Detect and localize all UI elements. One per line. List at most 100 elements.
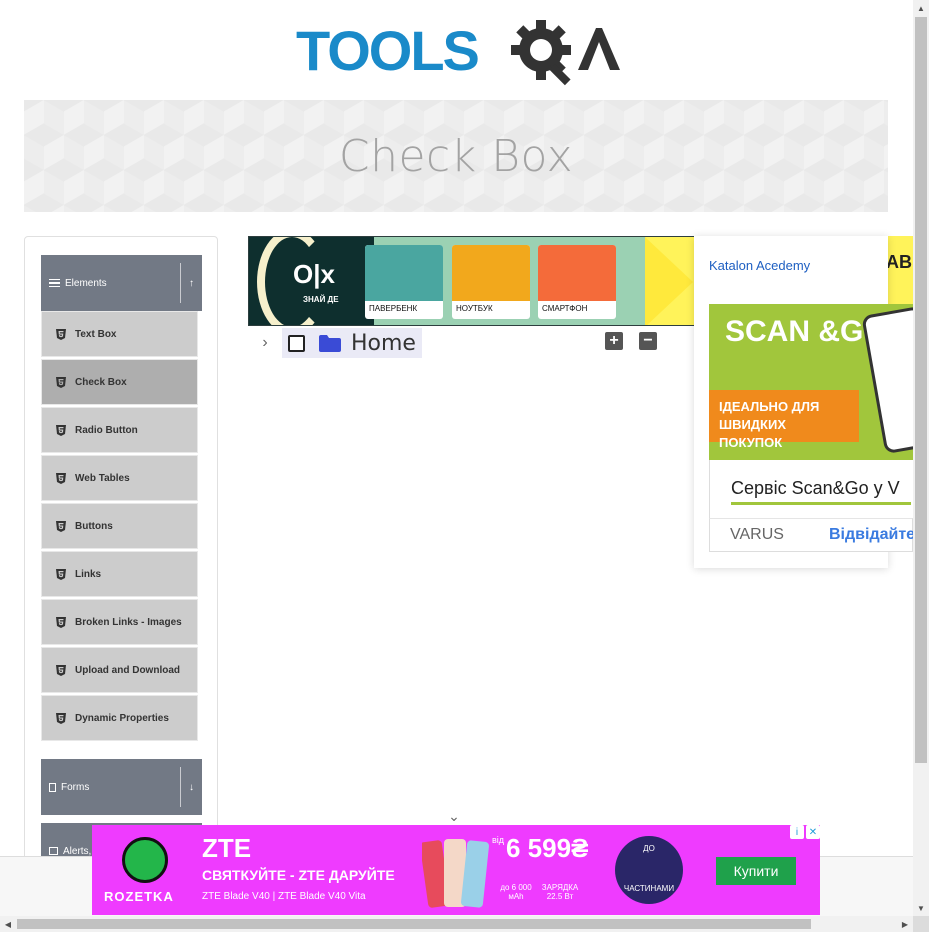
html5-icon [56, 664, 66, 676]
info-icon[interactable]: i [790, 825, 804, 839]
sidebar-group-forms[interactable]: Forms ↓ [41, 759, 202, 815]
sidebar-item-label: Web Tables [75, 472, 130, 484]
html5-icon [56, 328, 66, 340]
chevron-down-icon[interactable]: ⌄ [446, 808, 462, 824]
logo-a-shape [578, 28, 620, 70]
group-label: Alerts, [63, 845, 92, 857]
scrollbar-thumb[interactable] [17, 919, 811, 929]
tree-node-home[interactable]: Home [282, 328, 422, 358]
window-icon [49, 847, 58, 855]
toolsqa-logo[interactable]: TOOLS [296, 14, 626, 90]
service-headline[interactable]: Сервіс Scan&Go у V [709, 460, 913, 518]
ad-models: ZTE Blade V40 | ZTE Blade V40 Vita [202, 891, 366, 902]
checkbox-tree: › Home [256, 328, 422, 358]
ad-choices[interactable]: i ✕ [790, 825, 820, 839]
phones-image [422, 839, 489, 908]
scrollbar-corner [913, 916, 929, 932]
olx-logo: O|x [293, 259, 335, 289]
sidebar-item-buttons[interactable]: Buttons [41, 503, 198, 549]
html5-icon [56, 712, 66, 724]
sidebar-item-label: Upload and Download [75, 664, 180, 676]
product-label: ПАВЕРБЕНК [369, 304, 418, 313]
group-label: Elements [65, 277, 107, 289]
menu-icon [49, 278, 60, 288]
scroll-down-arrow-icon[interactable]: ▼ [913, 900, 929, 916]
olx-product-card[interactable]: НОУТБУК [452, 245, 530, 319]
html5-icon [56, 376, 66, 388]
folder-icon [319, 334, 341, 352]
rozetka-smile-icon [122, 837, 168, 883]
ad-title: ZTE [202, 833, 252, 863]
sidebar-item-web-tables[interactable]: Web Tables [41, 455, 198, 501]
rozetka-logo: ROZETKA [104, 889, 174, 904]
product-image [452, 245, 530, 301]
scan-go-subtitle: ІДЕАЛЬНО ДЛЯ ШВИДКИХ ПОКУПОК [709, 390, 859, 450]
battery-spec: до 6 000 мАh [500, 883, 532, 901]
sidebar-item-label: Buttons [75, 520, 113, 532]
sidebar-item-broken-links[interactable]: Broken Links - Images [41, 599, 198, 645]
vertical-scrollbar[interactable]: ▲ ▼ [913, 0, 929, 916]
olx-product-card[interactable]: СМАРТФОН [538, 245, 616, 319]
html5-icon [56, 424, 66, 436]
phone-icon [861, 305, 913, 455]
sidebar-group-elements[interactable]: Elements ↑ [41, 255, 202, 311]
expand-all-button[interactable]: + [605, 332, 623, 350]
katalon-ad-link[interactable]: Katalon Acedemy [709, 258, 810, 273]
sidebar-item-links[interactable]: Links [41, 551, 198, 597]
sidebar-item-upload-download[interactable]: Upload and Download [41, 647, 198, 693]
tree-node-label: Home [351, 330, 416, 356]
buy-button[interactable]: Купити [716, 857, 796, 885]
arrow-down-icon[interactable]: ↓ [180, 767, 202, 807]
scroll-right-arrow-icon[interactable]: ▶ [897, 916, 913, 932]
ad-strip-text: AB [888, 252, 912, 272]
sidebar-item-dynamic-properties[interactable]: Dynamic Properties [41, 695, 198, 741]
scan-go-ad[interactable]: SCAN &GO ІДЕАЛЬНО ДЛЯ ШВИДКИХ ПОКУПОК [709, 304, 913, 460]
installments-top: ДО [643, 844, 655, 853]
olx-tagline: ЗНАЙ ДЕ [303, 295, 339, 304]
sidebar: Elements ↑ Text Box Check Box Radio Butt… [24, 236, 218, 876]
rozetka-ad-banner[interactable]: ROZETKA ZTE СВЯТКУЙТЕ - ZTE ДАРУЙТЕ ZTE … [92, 825, 820, 915]
html5-icon [56, 568, 66, 580]
chevron-right-icon[interactable]: › [256, 334, 274, 352]
advertiser-name: VARUS [730, 526, 784, 543]
home-checkbox[interactable] [288, 334, 305, 352]
product-image [538, 245, 616, 301]
horizontal-scrollbar[interactable]: ◀ ▶ [0, 916, 913, 932]
sidebar-item-label: Text Box [75, 328, 117, 340]
sidebar-item-radio-button[interactable]: Radio Button [41, 407, 198, 453]
underline [731, 502, 911, 505]
logo-tools-text: TOOLS [296, 19, 479, 82]
gear-icon [511, 20, 571, 86]
sidebar-item-text-box[interactable]: Text Box [41, 311, 198, 357]
sidebar-item-label: Check Box [75, 376, 127, 388]
installments-badge: ДО ЧАСТИНАМИ [615, 836, 683, 904]
olx-product-card[interactable]: ПАВЕРБЕНК [365, 245, 443, 319]
product-image [365, 245, 443, 301]
sidebar-item-label: Dynamic Properties [75, 712, 169, 724]
visit-link[interactable]: Відвідайте [829, 526, 915, 544]
scroll-up-arrow-icon[interactable]: ▲ [913, 0, 929, 16]
ad-footer: VARUS Відвідайте [709, 518, 915, 552]
scroll-left-arrow-icon[interactable]: ◀ [0, 916, 16, 932]
arrow-up-icon[interactable]: ↑ [180, 263, 202, 303]
service-text: Сервіс Scan&Go у V [731, 478, 900, 498]
html5-icon [56, 616, 66, 628]
html5-icon [56, 472, 66, 484]
product-label: НОУТБУК [456, 304, 493, 313]
collapse-all-button[interactable]: − [639, 332, 657, 350]
close-icon[interactable]: ✕ [806, 825, 820, 839]
group-label: Forms [61, 781, 90, 793]
html5-icon [56, 520, 66, 532]
installments-bottom: ЧАСТИНАМИ [623, 884, 675, 893]
sidebar-item-label: Links [75, 568, 102, 580]
ad-slogan: СВЯТКУЙТЕ - ZTE ДАРУЙТЕ [202, 867, 395, 883]
price: 6 599₴ [506, 833, 589, 863]
scrollbar-thumb[interactable] [915, 17, 927, 763]
page-title: Check Box [338, 130, 574, 182]
sidebar-item-label: Broken Links - Images [75, 616, 182, 628]
page-banner: Check Box [24, 100, 888, 212]
form-icon [49, 782, 56, 792]
price-from: від [492, 835, 505, 845]
sidebar-item-check-box[interactable]: Check Box [41, 359, 198, 405]
sidebar-item-label: Radio Button [75, 424, 138, 436]
